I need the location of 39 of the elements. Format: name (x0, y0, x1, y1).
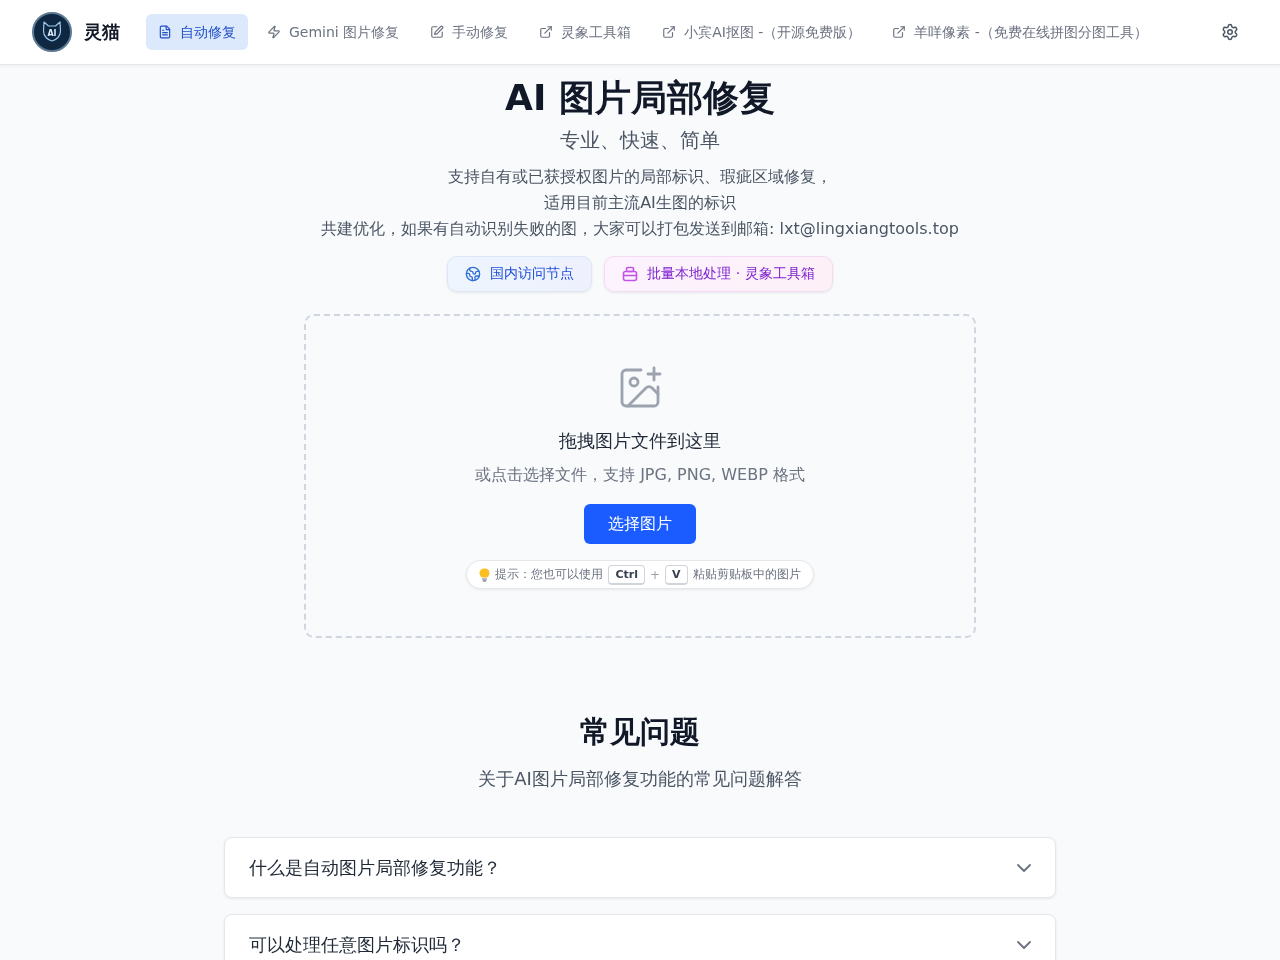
page-title: AI 图片局部修复 (505, 76, 775, 120)
drop-zone[interactable]: 拖拽图片文件到这里 或点击选择文件，支持 JPG, PNG, WEBP 格式 选择图片 提示：您也可以使用 Ctrl + V 粘贴剪贴板中的图片 (304, 314, 976, 638)
tip-text: 粘贴剪贴板中的图片 (692, 566, 801, 583)
pencil-square-icon (430, 25, 445, 39)
nav-link[interactable]: 羊咩像素 -（免费在线拼图分图工具） (880, 14, 1160, 50)
brand-name: 灵猫 (84, 20, 120, 44)
tip-text: 提示：您也可以使用 (495, 566, 604, 583)
cat-head-icon (40, 19, 64, 43)
drop-zone-hint: 或点击选择文件，支持 JPG, PNG, WEBP 格式 (475, 464, 805, 486)
logo-text: AI (46, 29, 58, 38)
lightbulb-icon (479, 567, 491, 582)
external-link-icon (539, 25, 554, 39)
key-cap: Ctrl (608, 564, 645, 585)
settings-icon (1221, 23, 1239, 41)
faq-item[interactable]: 可以处理任意图片标识吗？ (224, 914, 1056, 960)
nav-link[interactable]: Gemini 图片修复 (255, 14, 412, 50)
hero-link[interactable]: 批量本地处理 · 灵象工具箱 (604, 256, 833, 292)
drop-zone-title: 拖拽图片文件到这里 (559, 429, 721, 453)
faq-item[interactable]: 什么是自动图片局部修复功能？ (224, 837, 1056, 898)
description-text: 共建优化，如果有自动识别失败的图，大家可以打包发送到邮箱: lxt@lingxiangtools.top (321, 218, 959, 240)
nav-link[interactable]: 自动修复 (146, 14, 248, 50)
document-icon (158, 25, 172, 39)
key-cap: V (665, 564, 688, 585)
lightning-icon (267, 25, 281, 39)
faq-title: 常见问题 (580, 714, 700, 750)
page-subtitle: 专业、快速、简单 (560, 127, 720, 154)
globe-icon (465, 266, 482, 282)
nav-link[interactable]: 手动修复 (418, 14, 521, 50)
choose-image-button[interactable]: 选择图片 (584, 504, 696, 544)
hero-link[interactable]: 国内访问节点 (447, 256, 593, 292)
nav-link[interactable]: 小宾AI抠图 -（开源免费版） (650, 14, 874, 50)
key-joiner: + (649, 567, 661, 582)
description-text: 适用目前主流AI生图的标识 (544, 192, 736, 214)
nav-link[interactable]: 灵象工具箱 (527, 14, 644, 50)
description-text: 支持自有或已获授权图片的局部标识、瑕疵区域修复， (448, 166, 832, 188)
external-link-icon (892, 25, 907, 39)
faq-subtitle: 关于AI图片局部修复功能的常见问题解答 (478, 767, 802, 791)
case-icon (622, 266, 639, 282)
external-link-icon (662, 25, 677, 39)
